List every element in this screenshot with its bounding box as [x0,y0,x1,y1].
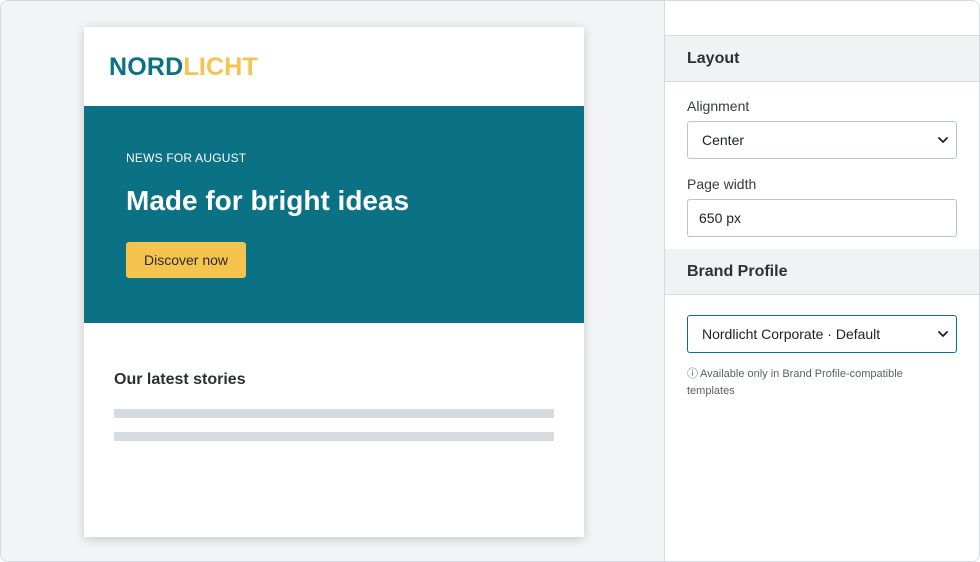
logo-part-nord: NORD [109,53,184,81]
settings-panel: Layout Alignment Center Page width Brand… [664,1,979,561]
info-icon: ⓘ [687,368,698,380]
layout-section-body: Alignment Center Page width [665,82,979,249]
email-header[interactable]: NORDLICHT [84,27,584,106]
brand-profile-select-value: Nordlicht Corporate · Default [702,326,881,342]
brand-logo: NORDLICHT [109,51,258,82]
hero-section[interactable]: NEWS FOR AUGUST Made for bright ideas Di… [84,106,584,323]
hero-headline: Made for bright ideas [126,185,410,216]
hero-eyebrow: NEWS FOR AUGUST [126,151,247,165]
brand-profile-note-text: Available only in Brand Profile-compatib… [687,368,903,397]
discover-now-button[interactable]: Discover now [126,242,247,278]
panel-top-bar [665,1,979,36]
stories-section[interactable]: Our latest stories [84,323,584,441]
logo-part-licht: LICHT [183,53,259,81]
email-preview[interactable]: NORDLICHT NEWS FOR AUGUST Made for brigh… [84,27,584,537]
brand-profile-section-header[interactable]: Brand Profile [665,249,979,295]
page-width-label: Page width [687,176,757,192]
brand-profile-section-body: Nordlicht Corporate · Default ⓘ Available… [665,295,979,400]
placeholder-line [114,409,554,418]
stories-title: Our latest stories [114,371,246,388]
chevron-down-icon [938,331,948,337]
alignment-select[interactable]: Center [687,121,957,159]
brand-profile-note: ⓘ Available only in Brand Profile-compati… [687,366,937,400]
layout-section-header[interactable]: Layout [665,36,979,82]
editor-window: NORDLICHT NEWS FOR AUGUST Made for brigh… [0,0,980,562]
placeholder-line [114,432,554,441]
preview-canvas: NORDLICHT NEWS FOR AUGUST Made for brigh… [1,1,664,561]
alignment-label: Alignment [687,98,750,114]
alignment-select-value: Center [702,132,745,148]
chevron-down-icon [938,137,948,143]
brand-profile-select[interactable]: Nordlicht Corporate · Default [687,315,957,353]
page-width-input[interactable] [687,199,957,237]
